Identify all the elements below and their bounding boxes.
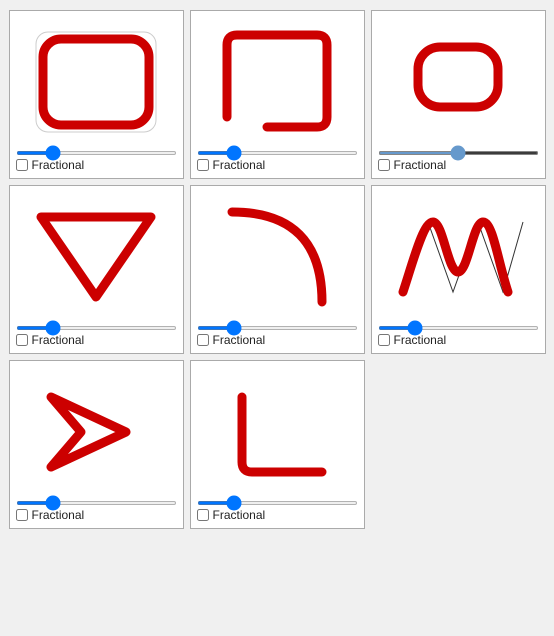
card-corner-bracket: Fractional bbox=[190, 360, 365, 529]
slider-row-2 bbox=[197, 151, 358, 155]
controls-2: Fractional bbox=[197, 151, 358, 172]
checkbox-row-2: Fractional bbox=[197, 158, 266, 172]
controls-4: Fractional bbox=[16, 326, 177, 347]
card-rounded-rect-partial: Fractional bbox=[190, 10, 365, 179]
slider-row-5 bbox=[197, 326, 358, 330]
checkbox-3[interactable] bbox=[378, 159, 390, 171]
controls-7: Fractional bbox=[16, 501, 177, 522]
checkbox-row-5: Fractional bbox=[197, 333, 266, 347]
checkbox-4[interactable] bbox=[16, 334, 28, 346]
checkbox-row-4: Fractional bbox=[16, 333, 85, 347]
label-7: Fractional bbox=[32, 508, 85, 522]
controls-3: Fractional bbox=[378, 151, 539, 172]
checkbox-6[interactable] bbox=[378, 334, 390, 346]
slider-5[interactable] bbox=[197, 326, 358, 330]
controls-1: Fractional bbox=[16, 151, 177, 172]
label-2: Fractional bbox=[213, 158, 266, 172]
checkbox-row-8: Fractional bbox=[197, 508, 266, 522]
slider-row-8 bbox=[197, 501, 358, 505]
label-3: Fractional bbox=[394, 158, 447, 172]
controls-6: Fractional bbox=[378, 326, 539, 347]
card-triangle: Fractional bbox=[9, 185, 184, 354]
label-8: Fractional bbox=[213, 508, 266, 522]
label-4: Fractional bbox=[32, 333, 85, 347]
checkbox-7[interactable] bbox=[16, 509, 28, 521]
card-curve-corner: Fractional bbox=[190, 185, 365, 354]
checkbox-row-6: Fractional bbox=[378, 333, 447, 347]
controls-8: Fractional bbox=[197, 501, 358, 522]
slider-2[interactable] bbox=[197, 151, 358, 155]
label-6: Fractional bbox=[394, 333, 447, 347]
slider-row-3 bbox=[378, 151, 539, 155]
slider-1[interactable] bbox=[16, 151, 177, 155]
checkbox-5[interactable] bbox=[197, 334, 209, 346]
slider-4[interactable] bbox=[16, 326, 177, 330]
label-1: Fractional bbox=[32, 158, 85, 172]
card-arrow: Fractional bbox=[9, 360, 184, 529]
checkbox-row-1: Fractional bbox=[16, 158, 85, 172]
slider-row-1 bbox=[16, 151, 177, 155]
controls-5: Fractional bbox=[197, 326, 358, 347]
shape-area-8 bbox=[200, 367, 355, 497]
slider-row-7 bbox=[16, 501, 177, 505]
shape-area-4 bbox=[19, 192, 174, 322]
slider-3[interactable] bbox=[378, 151, 539, 155]
shape-area-1 bbox=[19, 17, 174, 147]
checkbox-1[interactable] bbox=[16, 159, 28, 171]
card-rounded-rect-mid: Fractional bbox=[371, 10, 546, 179]
checkbox-row-7: Fractional bbox=[16, 508, 85, 522]
shape-area-7 bbox=[19, 367, 174, 497]
shape-area-5 bbox=[200, 192, 355, 322]
checkbox-row-3: Fractional bbox=[378, 158, 447, 172]
shape-grid: Fractional Fractional bbox=[9, 10, 546, 529]
slider-8[interactable] bbox=[197, 501, 358, 505]
slider-7[interactable] bbox=[16, 501, 177, 505]
card-wave: Fractional bbox=[371, 185, 546, 354]
card-rounded-rect-full: Fractional bbox=[9, 10, 184, 179]
label-5: Fractional bbox=[213, 333, 266, 347]
shape-area-2 bbox=[200, 17, 355, 147]
slider-6[interactable] bbox=[378, 326, 539, 330]
slider-row-6 bbox=[378, 326, 539, 330]
shape-area-6 bbox=[381, 192, 536, 322]
slider-row-4 bbox=[16, 326, 177, 330]
checkbox-2[interactable] bbox=[197, 159, 209, 171]
checkbox-8[interactable] bbox=[197, 509, 209, 521]
shape-area-3 bbox=[381, 17, 536, 147]
